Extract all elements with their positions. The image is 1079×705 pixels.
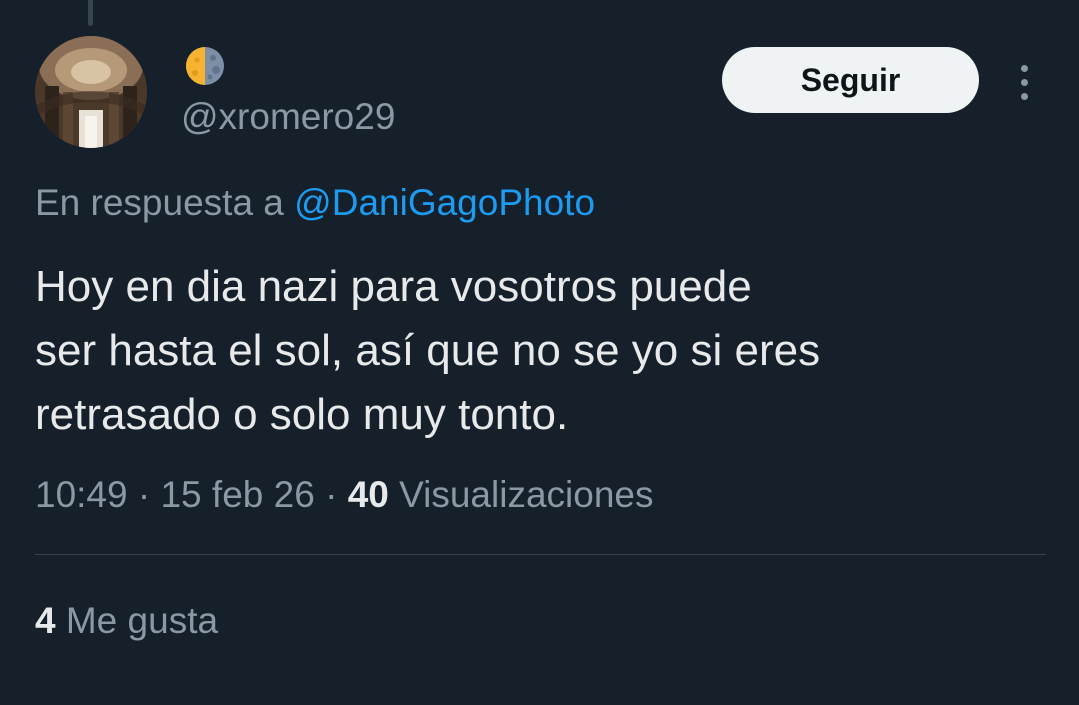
follow-button[interactable]: Seguir (722, 47, 979, 113)
tweet-time[interactable]: 10:49 (35, 474, 128, 515)
tweet-date[interactable]: 15 feb 26 (160, 474, 314, 515)
views-count: 40 (347, 474, 389, 515)
more-dot (1020, 64, 1028, 72)
avatar-image (35, 36, 147, 148)
meta-separator: · (137, 474, 151, 515)
reply-context: En respuesta a @DaniGagoPhoto (35, 178, 595, 228)
reply-mention-link[interactable]: @DaniGagoPhoto (294, 182, 595, 223)
more-dot (1020, 92, 1028, 100)
tweet-detail-view: @xromero29 Seguir En respuesta a @DaniGa… (0, 0, 1079, 705)
meta-separator: · (325, 474, 338, 515)
moon-emoji-icon (186, 47, 224, 85)
author-handle[interactable]: @xromero29 (181, 94, 395, 140)
tweet-text-line: Hoy en dia nazi para vosotros puede (35, 262, 752, 311)
tweet-text-line: ser hasta el sol, así que no se yo si er… (35, 326, 821, 375)
views-label: Visualizaciones (399, 474, 654, 515)
likes-label: Me gusta (65, 600, 219, 641)
more-dot (1020, 78, 1028, 86)
divider (35, 554, 1046, 555)
tweet-text: Hoy en dia nazi para vosotros puede ser … (35, 255, 995, 447)
tweet-metadata: 10:49 · 15 feb 26 · 40 Visualizaciones (35, 470, 653, 520)
tweet-text-line: retrasado o solo muy tonto. (35, 390, 569, 439)
likes-link[interactable]: 4 Me gusta (35, 596, 218, 646)
more-options-icon[interactable] (1006, 58, 1042, 106)
reply-prefix: En respuesta a (35, 182, 284, 223)
thread-connector-line (88, 0, 93, 26)
avatar[interactable] (35, 36, 147, 148)
likes-count: 4 (35, 600, 56, 641)
display-name[interactable] (182, 46, 228, 86)
